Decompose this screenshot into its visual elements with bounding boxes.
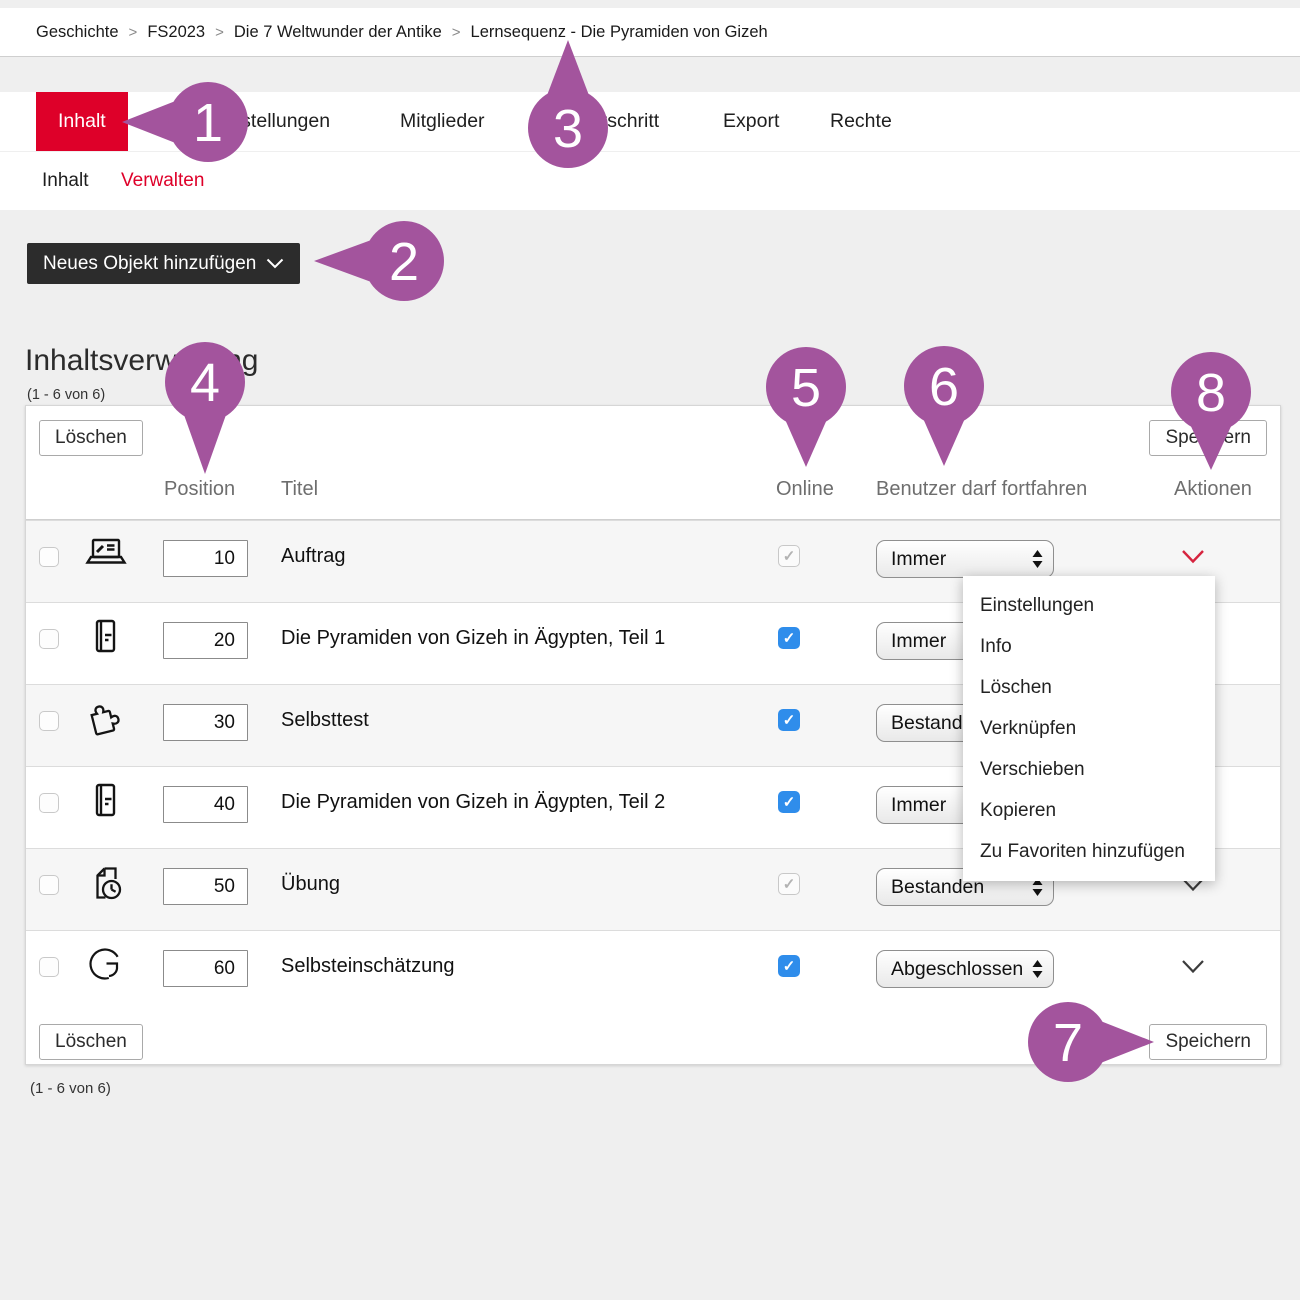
save-button-top[interactable]: Speichern bbox=[1149, 420, 1267, 456]
check-icon: ✓ bbox=[783, 875, 796, 893]
menu-item-loeschen[interactable]: Löschen bbox=[963, 667, 1215, 708]
online-checkbox: ✓ bbox=[778, 873, 800, 895]
item-title[interactable]: Selbsttest bbox=[281, 709, 369, 732]
continue-select[interactable]: Immer bbox=[876, 540, 1054, 578]
tab-export[interactable]: Export bbox=[723, 92, 779, 151]
online-checkbox: ✓ bbox=[778, 545, 800, 567]
position-input[interactable] bbox=[163, 868, 248, 905]
menu-item-kopieren[interactable]: Kopieren bbox=[963, 790, 1215, 831]
online-checkbox[interactable]: ✓ bbox=[778, 709, 800, 731]
position-input[interactable] bbox=[163, 950, 248, 987]
breadcrumb-separator: > bbox=[452, 24, 461, 41]
check-icon: ✓ bbox=[783, 957, 796, 975]
menu-item-zu-favoriten[interactable]: Zu Favoriten hinzufügen bbox=[963, 831, 1215, 872]
menu-item-info[interactable]: Info bbox=[963, 626, 1215, 667]
tab-einstellungen[interactable]: Einstellungen bbox=[213, 92, 330, 151]
subtab-verwalten[interactable]: Verwalten bbox=[121, 152, 204, 210]
item-title[interactable]: Auftrag bbox=[281, 545, 345, 568]
breadcrumb-separator: > bbox=[129, 24, 138, 41]
select-arrows-icon bbox=[1032, 550, 1043, 568]
position-input[interactable] bbox=[163, 704, 248, 741]
learning-module-icon bbox=[83, 614, 129, 660]
menu-item-einstellungen[interactable]: Einstellungen bbox=[963, 585, 1215, 626]
result-range-bottom: (1 - 6 von 6) bbox=[30, 1080, 111, 1097]
continue-select-value: Abgeschlossen bbox=[877, 958, 1032, 981]
online-checkbox[interactable]: ✓ bbox=[778, 627, 800, 649]
tab-rechte[interactable]: Rechte bbox=[830, 92, 892, 151]
continue-select-value: Immer bbox=[877, 548, 1032, 571]
breadcrumb-item[interactable]: Die 7 Weltwunder der Antike bbox=[234, 23, 442, 41]
tab-inhalt[interactable]: Inhalt bbox=[36, 92, 128, 151]
delete-button-top[interactable]: Löschen bbox=[39, 420, 143, 456]
item-title[interactable]: Die Pyramiden von Gizeh in Ägypten, Teil… bbox=[281, 791, 665, 814]
delete-button-bottom[interactable]: Löschen bbox=[39, 1024, 143, 1060]
svg-text:2: 2 bbox=[389, 232, 419, 292]
row-select-checkbox[interactable] bbox=[39, 629, 59, 649]
chevron-down-icon bbox=[266, 258, 284, 269]
breadcrumb-item[interactable]: Lernsequenz - Die Pyramiden von Gizeh bbox=[471, 23, 768, 41]
check-icon: ✓ bbox=[783, 629, 796, 647]
tab-bar: Inhalt Einstellungen Mitglieder Lernfort… bbox=[0, 92, 1300, 151]
subtab-inhalt[interactable]: Inhalt bbox=[42, 152, 88, 210]
table-row: Selbsteinschätzung ✓ Abgeschlossen bbox=[26, 930, 1280, 1012]
row-select-checkbox[interactable] bbox=[39, 711, 59, 731]
tab-mitglieder[interactable]: Mitglieder bbox=[400, 92, 485, 151]
column-header-benutzer-darf-fortfahren: Benutzer darf fortfahren bbox=[876, 478, 1087, 501]
learning-module-icon bbox=[83, 778, 129, 824]
actions-dropdown-menu: Einstellungen Info Löschen Verknüpfen Ve… bbox=[963, 576, 1215, 881]
check-icon: ✓ bbox=[783, 711, 796, 729]
check-icon: ✓ bbox=[783, 547, 796, 565]
survey-pie-icon bbox=[83, 942, 129, 988]
row-select-checkbox[interactable] bbox=[39, 957, 59, 977]
breadcrumb-item[interactable]: FS2023 bbox=[147, 23, 205, 41]
breadcrumb-item[interactable]: Geschichte bbox=[36, 23, 119, 41]
online-checkbox[interactable]: ✓ bbox=[778, 955, 800, 977]
column-header-aktionen: Aktionen bbox=[1174, 478, 1252, 501]
check-icon: ✓ bbox=[783, 793, 796, 811]
column-header-position: Position bbox=[164, 478, 235, 501]
puzzle-icon bbox=[83, 696, 129, 742]
add-object-label: Neues Objekt hinzufügen bbox=[43, 244, 256, 283]
column-header-online: Online bbox=[776, 478, 834, 501]
row-select-checkbox[interactable] bbox=[39, 547, 59, 567]
row-select-checkbox[interactable] bbox=[39, 793, 59, 813]
item-title[interactable]: Übung bbox=[281, 873, 340, 896]
menu-item-verknuepfen[interactable]: Verknüpfen bbox=[963, 708, 1215, 749]
exercise-page-clock-icon bbox=[83, 860, 129, 906]
position-input[interactable] bbox=[163, 540, 248, 577]
page: Geschichte > FS2023 > Die 7 Weltwunder der A… bbox=[0, 0, 1300, 1300]
breadcrumb: Geschichte > FS2023 > Die 7 Weltwunder der A… bbox=[0, 8, 1300, 57]
result-range-top: (1 - 6 von 6) bbox=[27, 387, 105, 403]
row-select-checkbox[interactable] bbox=[39, 875, 59, 895]
item-title[interactable]: Selbsteinschätzung bbox=[281, 955, 454, 978]
actions-chevron-icon[interactable] bbox=[1181, 959, 1205, 975]
actions-chevron-open-icon[interactable] bbox=[1181, 549, 1205, 565]
page-title: Inhaltsverwaltung bbox=[25, 344, 258, 378]
item-title[interactable]: Die Pyramiden von Gizeh in Ägypten, Teil… bbox=[281, 627, 665, 650]
add-object-button[interactable]: Neues Objekt hinzufügen bbox=[27, 243, 300, 284]
assignment-laptop-icon bbox=[83, 532, 129, 578]
column-header-titel: Titel bbox=[281, 478, 318, 501]
menu-item-verschieben[interactable]: Verschieben bbox=[963, 749, 1215, 790]
position-input[interactable] bbox=[163, 786, 248, 823]
online-checkbox[interactable]: ✓ bbox=[778, 791, 800, 813]
breadcrumb-separator: > bbox=[215, 24, 224, 41]
select-arrows-icon bbox=[1032, 960, 1043, 978]
tab-lernfortschritt[interactable]: Lernfortschritt bbox=[540, 92, 659, 151]
save-button-bottom[interactable]: Speichern bbox=[1149, 1024, 1267, 1060]
subtab-bar: Inhalt Verwalten bbox=[0, 152, 1300, 210]
position-input[interactable] bbox=[163, 622, 248, 659]
continue-select[interactable]: Abgeschlossen bbox=[876, 950, 1054, 988]
